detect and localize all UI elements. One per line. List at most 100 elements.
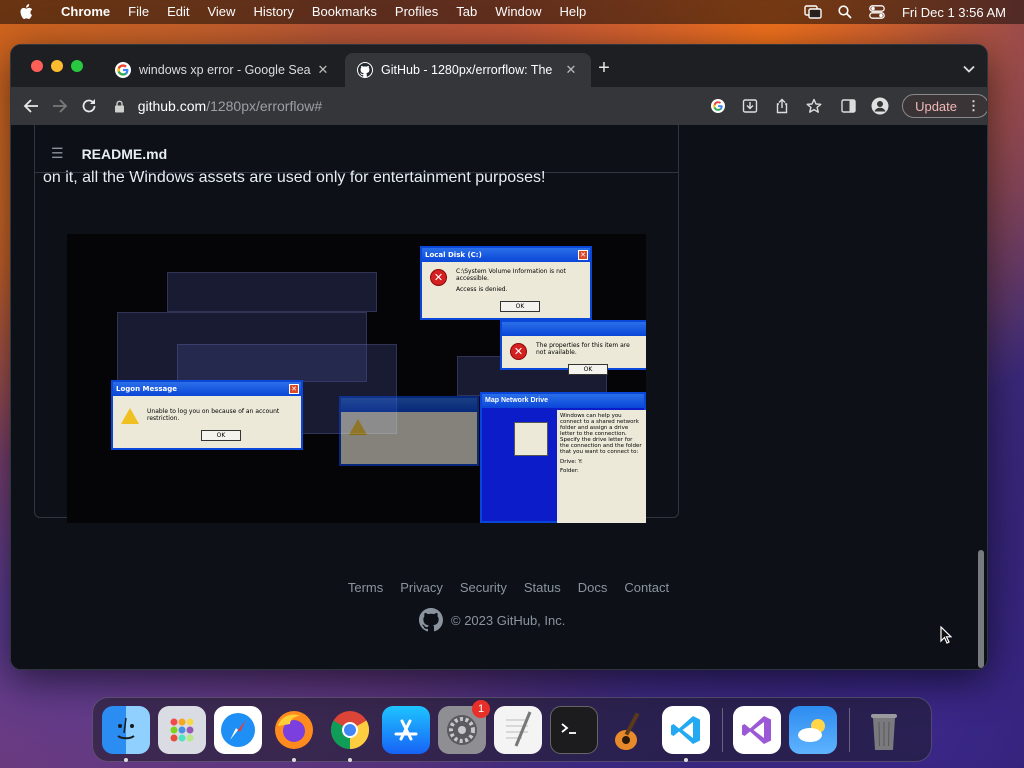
tab-google-search[interactable]: windows xp error - Google Sea ✕ [103, 53, 343, 87]
footer-link-terms[interactable]: Terms [348, 580, 383, 595]
ok-button: OK [500, 301, 540, 312]
copyright-text: © 2023 GitHub, Inc. [451, 612, 566, 628]
tab-close-icon[interactable]: ✕ [563, 62, 579, 78]
dock-vscode-icon[interactable] [662, 705, 710, 762]
dock-chrome-icon[interactable] [326, 706, 374, 762]
tab-title: windows xp error - Google Sea [139, 63, 311, 77]
github-icon [357, 62, 373, 78]
close-window-button[interactable] [31, 60, 43, 72]
url-host: github.com [137, 98, 207, 114]
dialog-body: Unable to log you on because of an accou… [113, 396, 301, 447]
table-of-contents-icon[interactable]: ☰ [51, 145, 64, 162]
tab-search-chevron-icon[interactable] [963, 60, 975, 78]
dock-trash-icon[interactable] [860, 706, 908, 754]
running-indicator [292, 757, 296, 762]
dock-safari-icon[interactable] [214, 705, 262, 754]
scrollbar-thumb[interactable] [978, 550, 984, 668]
menu-bar: Chrome File Edit View History Bookmarks … [0, 0, 1024, 24]
menu-clock[interactable]: Fri Dec 1 3:56 AM [902, 5, 1006, 20]
dock-separator [722, 707, 723, 752]
address-bar[interactable]: github.com/1280px/errorflow# [114, 91, 828, 121]
page-scrollbar[interactable] [973, 125, 987, 669]
site-info-lock-icon[interactable] [114, 100, 130, 113]
menu-tab[interactable]: Tab [447, 0, 486, 24]
side-panel-icon[interactable] [838, 96, 858, 116]
ok-button: OK [201, 430, 241, 441]
dock: 1 [92, 697, 932, 762]
dock-firefox-icon[interactable] [270, 706, 318, 762]
error-dialog-background [339, 396, 479, 466]
dock-textedit-icon[interactable] [494, 705, 542, 754]
footer-links: Terms Privacy Security Status Docs Conta… [11, 580, 987, 595]
dialog-title: Local Disk (C:) ✕ [422, 248, 590, 262]
tab-close-icon[interactable]: ✕ [315, 62, 331, 78]
menu-file[interactable]: File [119, 0, 158, 24]
dock-launchpad-icon[interactable] [158, 705, 206, 754]
update-label: Update [915, 98, 957, 114]
menu-chrome[interactable]: Chrome [52, 0, 119, 24]
dialog-message: Unable to log you on because of an accou… [147, 408, 280, 422]
footer-link-security[interactable]: Security [460, 580, 507, 595]
dialog-title-text: Logon Message [116, 385, 178, 393]
dock-terminal-icon[interactable] [550, 705, 598, 754]
dock-system-settings-icon[interactable]: 1 [438, 699, 490, 754]
dock-app-store-icon[interactable] [382, 705, 430, 754]
zoom-window-button[interactable] [71, 60, 83, 72]
minimize-window-button[interactable] [51, 60, 63, 72]
footer-link-status[interactable]: Status [524, 580, 561, 595]
screen-mirroring-icon[interactable] [800, 0, 826, 24]
dialog-body: ✕ The properties for this item are not a… [502, 336, 646, 381]
back-button[interactable] [16, 90, 45, 122]
running-indicator [348, 757, 352, 762]
footer-link-contact[interactable]: Contact [624, 580, 669, 595]
spotlight-search-icon[interactable] [832, 0, 858, 24]
mouse-pointer-icon [940, 625, 953, 649]
ok-button: OK [568, 364, 608, 375]
menu-window[interactable]: Window [486, 0, 550, 24]
new-tab-button[interactable]: + [595, 58, 613, 78]
local-disk-error-dialog: Local Disk (C:) ✕ ✕ C:\System Volume Info… [420, 246, 592, 320]
dialog-title [502, 322, 646, 336]
menu-bookmarks[interactable]: Bookmarks [303, 0, 386, 24]
dock-weather-icon[interactable] [789, 705, 837, 754]
forward-button[interactable] [45, 90, 74, 122]
dialog-message-2: Access is denied. [456, 286, 508, 293]
url-path: /1280px/errorflow# [206, 98, 323, 114]
install-app-icon[interactable] [740, 96, 760, 116]
menu-profiles[interactable]: Profiles [386, 0, 447, 24]
google-lens-icon[interactable] [708, 96, 728, 116]
error-x-icon: ✕ [430, 269, 447, 286]
readme-paragraph: on it, all the Windows assets are used o… [43, 169, 546, 186]
share-icon[interactable] [772, 96, 792, 116]
menu-edit[interactable]: Edit [158, 0, 198, 24]
dialog-close-icon: ✕ [289, 384, 299, 394]
chrome-menu-icon[interactable]: ⋮ [967, 98, 980, 114]
browser-toolbar: github.com/1280px/errorflow# Update ⋮ [11, 87, 987, 125]
update-chrome-button[interactable]: Update ⋮ [902, 94, 987, 118]
footer-copyright: © 2023 GitHub, Inc. [419, 608, 565, 632]
github-mark-icon[interactable] [419, 608, 443, 632]
bookmark-star-icon[interactable] [804, 96, 824, 116]
tab-title: GitHub - 1280px/errorflow: The [381, 63, 553, 77]
dialog-title [341, 398, 477, 412]
warning-icon [349, 419, 367, 435]
dialog-title: Logon Message ✕ [113, 382, 301, 396]
dock-garageband-icon[interactable] [606, 706, 654, 754]
menu-view[interactable]: View [198, 0, 244, 24]
dialog-body: ✕ C:\System Volume Information is not ac… [422, 262, 590, 318]
dock-visual-studio-icon[interactable] [733, 705, 781, 754]
menu-history[interactable]: History [244, 0, 302, 24]
drive-label: Drive: [560, 459, 577, 465]
readme-filename[interactable]: README.md [82, 146, 168, 162]
apple-menu-icon[interactable] [0, 4, 52, 20]
dialog-message: The properties for this item are not ava… [536, 342, 630, 356]
tab-github-errorflow[interactable]: GitHub - 1280px/errorflow: The ✕ [345, 53, 591, 87]
dock-finder-icon[interactable] [102, 705, 150, 762]
reload-button[interactable] [74, 90, 103, 122]
footer-link-privacy[interactable]: Privacy [400, 580, 443, 595]
menu-help[interactable]: Help [551, 0, 596, 24]
footer-link-docs[interactable]: Docs [578, 580, 608, 595]
drive-value: Y: [578, 459, 583, 465]
profile-avatar-icon[interactable] [870, 96, 890, 116]
control-center-icon[interactable] [864, 0, 890, 24]
